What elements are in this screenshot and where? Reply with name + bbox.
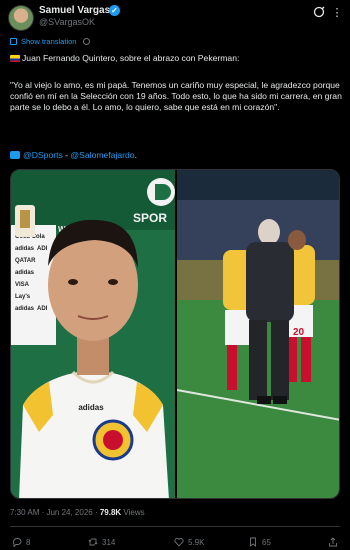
mention-dsports[interactable]: @DSports <box>23 150 63 160</box>
repost-button[interactable]: 314 <box>88 535 115 549</box>
tweet-mentions: @DSports - @Salomefajardo. <box>10 150 342 161</box>
svg-text:20: 20 <box>293 327 305 338</box>
tweet-meta: 7:30 AM · Jun 24, 2026 · 79.8K Views <box>10 508 145 517</box>
views-count: 79.8K <box>99 508 122 517</box>
author-handle[interactable]: @SVargasOK <box>39 17 95 27</box>
mention-salomefajardo[interactable]: @Salomefajardo <box>70 150 134 160</box>
like-button[interactable]: 5.9K <box>174 535 204 549</box>
settings-icon[interactable] <box>83 38 91 45</box>
tweet-actions: 8 314 5.9K 65 <box>10 535 340 549</box>
share-icon <box>329 537 337 547</box>
show-translation-label: Show translation <box>21 37 77 46</box>
avatar[interactable] <box>8 5 34 31</box>
repost-count: 314 <box>102 537 116 547</box>
reply-count: 8 <box>26 537 31 547</box>
sponsor-text: ADI <box>37 306 48 312</box>
tweet-time[interactable]: 7:30 AM <box>10 508 39 517</box>
hug-photo[interactable]: 20 <box>176 170 340 499</box>
divider <box>10 526 340 527</box>
sponsor-text: adidas <box>15 306 35 312</box>
sponsor-text: ADI <box>37 246 48 252</box>
tweet-quote: "Yo al viejo lo amo, es mi papá. Tenemos… <box>10 80 342 113</box>
repost-icon <box>88 538 98 546</box>
sponsor-text: VISA <box>15 282 30 288</box>
sponsor-text: Lay's <box>15 294 31 300</box>
tweet-date[interactable]: Jun 24, 2026 <box>46 508 92 517</box>
dsports-logo-text: SPOR <box>133 211 167 225</box>
bookmark-icon <box>250 537 256 547</box>
translate-icon <box>10 38 17 45</box>
interview-photo[interactable]: Coca-Cola adidas ADI QATAR adidas VISA L… <box>11 170 175 499</box>
mention-end: . <box>134 150 137 160</box>
shirt-brand-text: adidas <box>78 403 104 412</box>
reply-icon <box>12 538 22 547</box>
sponsor-text: adidas <box>15 270 35 276</box>
reply-button[interactable]: 8 <box>12 535 30 549</box>
like-icon <box>174 538 184 547</box>
more-icon[interactable]: ⋮ <box>330 6 344 20</box>
views-label: Views <box>121 508 145 517</box>
colombia-flag-icon <box>10 55 20 62</box>
meta-separator: · <box>92 508 100 517</box>
show-translation-link[interactable]: Show translation <box>10 37 91 46</box>
like-count: 5.9K <box>188 537 205 547</box>
tweet-media[interactable]: Coca-Cola adidas ADI QATAR adidas VISA L… <box>10 169 340 499</box>
tweet-intro-text: Juan Fernando Quintero, sobre el abrazo … <box>22 53 240 63</box>
verified-badge-icon: ✓ <box>109 5 120 16</box>
tv-icon <box>10 151 20 159</box>
tweet-header: Samuel Vargas ✓ @SVargasOK ⋮ <box>8 4 344 32</box>
sponsor-text: QATAR <box>15 258 36 264</box>
bookmark-count: 65 <box>262 537 271 547</box>
tweet-line-1: Juan Fernando Quintero, sobre el abrazo … <box>10 53 342 64</box>
author-name[interactable]: Samuel Vargas <box>39 5 110 16</box>
share-button[interactable] <box>328 535 338 549</box>
grok-icon[interactable] <box>312 6 326 20</box>
bookmark-button[interactable]: 65 <box>248 535 271 549</box>
sponsor-text: adidas <box>15 246 35 252</box>
